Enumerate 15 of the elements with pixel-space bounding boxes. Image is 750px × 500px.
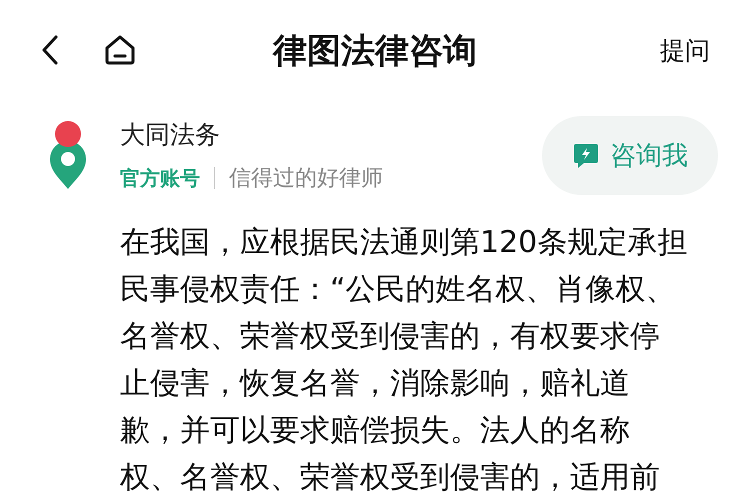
map-pin-icon xyxy=(48,120,88,190)
article-text-line: 止侵害，恢复名誉，消除影响，赔礼道 xyxy=(120,365,630,403)
article-text-line: 歉，并可以要求赔偿损失。法人的名称 xyxy=(120,412,630,450)
article-text-line: 民事侵权责任：“公民的姓名权、肖像权、 xyxy=(120,271,676,309)
article-text-line: 权、名誉权、荣誉权受到侵害的，适用前 xyxy=(120,459,660,497)
author-name: 大同法务 xyxy=(120,119,221,151)
back-icon[interactable] xyxy=(40,35,60,65)
chat-bubble-icon xyxy=(572,142,600,170)
article-text-line: 名誉权、荣誉权受到侵害的，有权要求停 xyxy=(120,318,660,356)
article-text-line: 在我国，应根据民法通则第120条规定承担 xyxy=(120,224,688,262)
official-account-label: 官方账号 xyxy=(120,164,200,192)
page-title: 律图法律咨询 xyxy=(273,30,477,73)
home-icon[interactable] xyxy=(104,35,136,65)
ask-link[interactable]: 提问 xyxy=(660,34,710,66)
author-slogan: 信得过的好律师 xyxy=(229,165,383,193)
